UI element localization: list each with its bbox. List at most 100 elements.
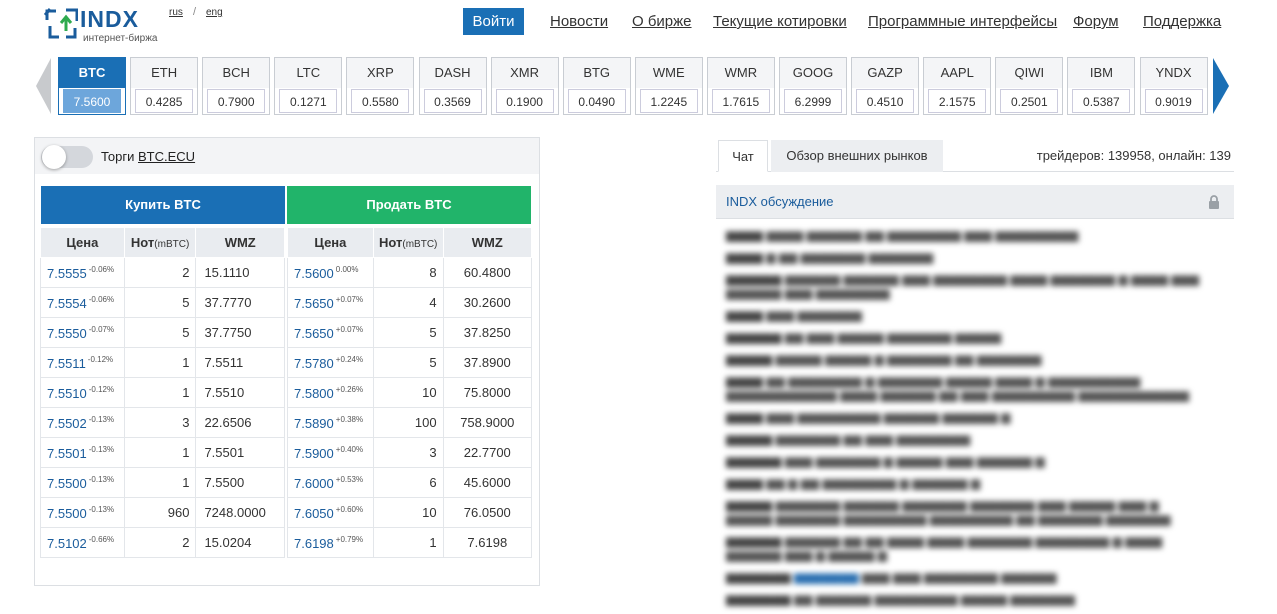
ticker-price: 0.3569 bbox=[423, 89, 482, 113]
lang-en-link[interactable]: eng bbox=[206, 7, 223, 18]
nav-support[interactable]: Поддержка bbox=[1143, 13, 1221, 30]
ticker-symbol: GAZP bbox=[852, 58, 919, 88]
order-price: 7.5550 bbox=[47, 325, 87, 341]
col-amount-unit: (mBTC) bbox=[154, 239, 190, 250]
order-change: -0.13% bbox=[88, 414, 115, 424]
nav-api[interactable]: Программные интерфейсы bbox=[868, 13, 1057, 30]
order-price-cell: 7.5555 -0.06% bbox=[40, 257, 125, 288]
buy-order-row[interactable]: 7.5502 -0.13% 3 22.6506 bbox=[40, 407, 285, 438]
chat-message: ▆▆▆▆ ▆▆ ▆▆▆▆▆▆▆▆ ▆ ▆▆▆▆▆▆▆ ▆▆▆▆▆ ▆▆▆▆ ▆ … bbox=[726, 374, 1189, 402]
ticker-aapl[interactable]: AAPL 2.1575 bbox=[923, 57, 992, 115]
sell-order-row[interactable]: 7.6198 +0.79% 1 7.6198 bbox=[287, 527, 533, 558]
ticker-ibm[interactable]: IBM 0.5387 bbox=[1067, 57, 1136, 115]
col-wmz: WMZ bbox=[442, 227, 533, 258]
sell-order-row[interactable]: 7.5650 +0.07% 5 37.8250 bbox=[287, 317, 533, 348]
order-price-cell: 7.5780 +0.24% bbox=[287, 347, 374, 378]
ticker-price: 0.7900 bbox=[207, 89, 266, 113]
order-price: 7.5500 bbox=[47, 505, 87, 521]
ticker-bch[interactable]: BCH 0.7900 bbox=[202, 57, 271, 115]
login-button[interactable]: Войти bbox=[463, 8, 524, 35]
order-amount: 3 bbox=[123, 407, 197, 438]
buy-order-row[interactable]: 7.5555 -0.06% 2 15.1110 bbox=[40, 257, 285, 288]
order-change: +0.79% bbox=[335, 534, 364, 544]
buy-order-row[interactable]: 7.5102 -0.66% 2 15.0204 bbox=[40, 527, 285, 558]
order-amount: 1 bbox=[123, 467, 197, 498]
order-price-cell: 7.5650 +0.07% bbox=[287, 317, 374, 348]
order-change: +0.07% bbox=[335, 324, 364, 334]
ticker-wmr[interactable]: WMR 1.7615 bbox=[706, 57, 775, 115]
buy-order-row[interactable]: 7.5501 -0.13% 1 7.5501 bbox=[40, 437, 285, 468]
ticker-xmr[interactable]: XMR 0.1900 bbox=[490, 57, 559, 115]
order-amount: 2 bbox=[123, 257, 197, 288]
tab-markets[interactable]: Обзор внешних рынков bbox=[771, 140, 943, 172]
chat-message: ▆▆▆▆▆▆ ▆▆▆ ▆▆▆▆▆▆▆ ▆ ▆▆▆▆▆ ▆▆▆ ▆▆▆▆▆▆ ▆ bbox=[726, 454, 1045, 468]
ticker-price: 6.2999 bbox=[784, 89, 842, 113]
indx-logo[interactable]: INDX интернет-биржа bbox=[44, 4, 164, 46]
sell-order-row[interactable]: 7.5780 +0.24% 5 37.8900 bbox=[287, 347, 533, 378]
ticker-wme[interactable]: WME 1.2245 bbox=[634, 57, 703, 115]
pair-link[interactable]: BTC.ECU bbox=[138, 149, 195, 164]
arrow-left-icon[interactable] bbox=[36, 58, 51, 114]
order-price: 7.6000 bbox=[294, 475, 334, 491]
tab-chat[interactable]: Чат bbox=[718, 140, 768, 172]
order-amount: 1 bbox=[123, 377, 197, 408]
buy-button[interactable]: Купить BTC bbox=[41, 186, 285, 224]
ticker-ltc[interactable]: LTC 0.1271 bbox=[274, 57, 343, 115]
ticker-price: 7.5600 bbox=[63, 89, 121, 113]
sell-order-row[interactable]: 7.5900 +0.40% 3 22.7700 bbox=[287, 437, 533, 468]
arrow-right-icon[interactable] bbox=[1213, 58, 1229, 114]
buy-order-row[interactable]: 7.5554 -0.06% 5 37.7770 bbox=[40, 287, 285, 318]
ticker-qiwi[interactable]: QIWI 0.2501 bbox=[995, 57, 1064, 115]
ticker-goog[interactable]: GOOG 6.2999 bbox=[779, 57, 847, 115]
sell-order-row[interactable]: 7.6000 +0.53% 6 45.6000 bbox=[287, 467, 533, 498]
chat-message: ▆▆▆▆ ▆▆▆ ▆▆▆▆▆▆▆▆▆ ▆▆▆▆▆▆ ▆▆▆▆▆▆ ▆ bbox=[726, 410, 1011, 424]
order-price: 7.5900 bbox=[294, 445, 334, 461]
indx-logo-icon bbox=[44, 8, 78, 39]
sell-order-row[interactable]: 7.6050 +0.60% 10 76.0500 bbox=[287, 497, 533, 528]
buy-order-row[interactable]: 7.5550 -0.07% 5 37.7750 bbox=[40, 317, 285, 348]
ticker-gazp[interactable]: GAZP 0.4510 bbox=[851, 57, 920, 115]
order-wmz: 22.7700 bbox=[442, 437, 533, 468]
ticker-yndx[interactable]: YNDX 0.9019 bbox=[1139, 57, 1208, 115]
sell-order-row[interactable]: 7.5600 0.00% 8 60.4800 bbox=[287, 257, 533, 288]
buy-order-row[interactable]: 7.5511 -0.12% 1 7.5511 bbox=[40, 347, 285, 378]
nav-news[interactable]: Новости bbox=[550, 13, 608, 30]
sell-button[interactable]: Продать BTC bbox=[287, 186, 531, 224]
sell-order-row[interactable]: 7.5800 +0.26% 10 75.8000 bbox=[287, 377, 533, 408]
buy-order-row[interactable]: 7.5510 -0.12% 1 7.5510 bbox=[40, 377, 285, 408]
order-wmz: 15.0204 bbox=[195, 527, 285, 558]
order-price-cell: 7.5501 -0.13% bbox=[40, 437, 125, 468]
order-price-cell: 7.5550 -0.07% bbox=[40, 317, 125, 348]
col-price: Цена bbox=[40, 227, 125, 258]
nav-forum[interactable]: Форум bbox=[1073, 13, 1119, 30]
sell-order-row[interactable]: 7.5650 +0.07% 4 30.2600 bbox=[287, 287, 533, 318]
chat-message: ▆▆▆▆▆▆ ▆▆▆▆▆▆ ▆▆ ▆▆ ▆▆▆▆ ▆▆▆▆ ▆▆▆▆▆▆▆ ▆▆… bbox=[726, 534, 1163, 562]
nav-quotes[interactable]: Текущие котировки bbox=[713, 13, 847, 30]
ticker-eth[interactable]: ETH 0.4285 bbox=[130, 57, 199, 115]
trading-toggle[interactable] bbox=[41, 145, 93, 169]
buy-order-row[interactable]: 7.5500 -0.13% 960 7248.0000 bbox=[40, 497, 285, 528]
lang-ru-link[interactable]: rus bbox=[169, 7, 183, 18]
order-wmz: 758.9000 bbox=[442, 407, 533, 438]
buy-order-row[interactable]: 7.5500 -0.13% 1 7.5500 bbox=[40, 467, 285, 498]
order-price-cell: 7.5102 -0.66% bbox=[40, 527, 125, 558]
sell-order-row[interactable]: 7.5890 +0.38% 100 758.9000 bbox=[287, 407, 533, 438]
ticker-btg[interactable]: BTG 0.0490 bbox=[562, 57, 631, 115]
ticker-xrp[interactable]: XRP 0.5580 bbox=[346, 57, 415, 115]
col-amount: Нот(mBTC) bbox=[372, 227, 444, 258]
chat-message: ▆▆▆▆▆▆ ▆▆▆▆▆▆ ▆▆▆▆▆▆ ▆▆▆ ▆▆▆▆▆▆▆▆ ▆▆▆▆ ▆… bbox=[726, 272, 1199, 300]
ticker-symbol: XRP bbox=[347, 58, 414, 88]
chat-tabs: Чат Обзор внешних рынков трейдеров: 1399… bbox=[716, 140, 1234, 172]
ticker-symbol: WME bbox=[635, 58, 702, 88]
ticker-price: 0.4285 bbox=[135, 89, 194, 113]
ticker-btc[interactable]: BTC 7.5600 bbox=[58, 57, 126, 115]
chat-header: INDX обсуждение bbox=[716, 185, 1234, 219]
ticker-dash[interactable]: DASH 0.3569 bbox=[418, 57, 487, 115]
chat-message: ▆▆▆▆ ▆▆ ▆ ▆▆ ▆▆▆▆▆▆▆▆ ▆ ▆▆▆▆▆▆ ▆ bbox=[726, 476, 981, 490]
order-wmz: 30.2600 bbox=[442, 287, 533, 318]
order-change: 0.00% bbox=[335, 264, 359, 274]
nav-about[interactable]: О бирже bbox=[632, 13, 692, 30]
order-wmz: 76.0500 bbox=[442, 497, 533, 528]
col-amount-unit: (mBTC) bbox=[402, 239, 438, 250]
order-price-cell: 7.5900 +0.40% bbox=[287, 437, 374, 468]
